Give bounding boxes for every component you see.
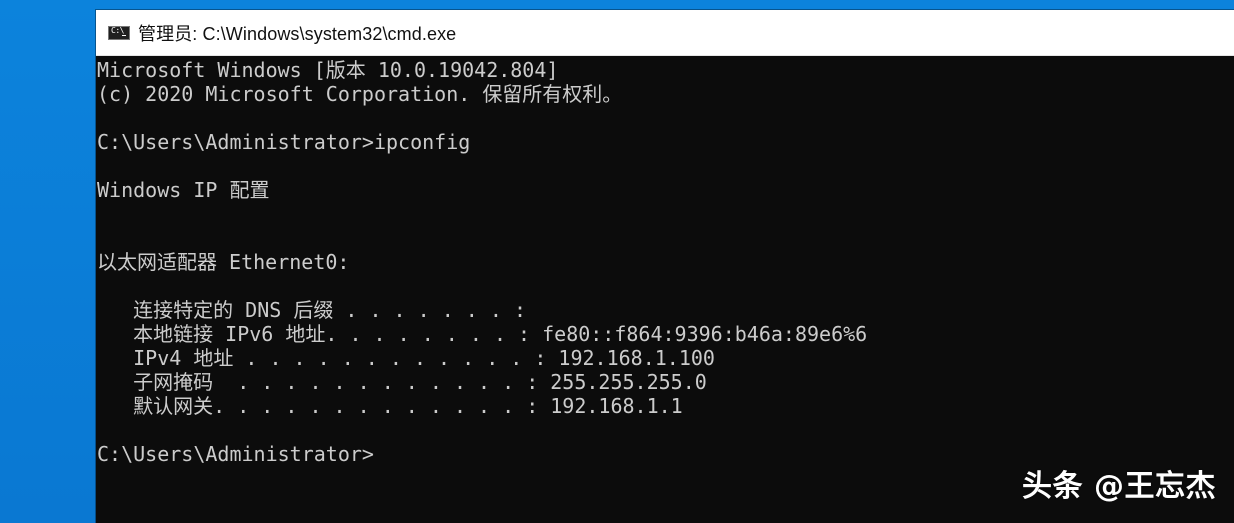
window-titlebar[interactable]: 管理员: C:\Windows\system32\cmd.exe <box>96 10 1234 56</box>
cmd-window[interactable]: 管理员: C:\Windows\system32\cmd.exe Microso… <box>96 10 1234 523</box>
console-line: 子网掩码 . . . . . . . . . . . . : 255.255.2… <box>97 370 707 394</box>
console-line: 以太网适配器 Ethernet0: <box>97 250 350 274</box>
console-line: C:\Users\Administrator>ipconfig <box>97 130 471 154</box>
console-line: IPv4 地址 . . . . . . . . . . . . : 192.16… <box>97 346 715 370</box>
console-line: 默认网关. . . . . . . . . . . . . : 192.168.… <box>97 394 683 418</box>
console-line: 本地链接 IPv6 地址. . . . . . . . : fe80::f864… <box>97 322 868 346</box>
console-line: Microsoft Windows [版本 10.0.19042.804] <box>97 58 559 82</box>
console-line: (c) 2020 Microsoft Corporation. 保留所有权利。 <box>97 82 623 106</box>
cmd-icon[interactable] <box>108 25 130 40</box>
console-line: 连接特定的 DNS 后缀 . . . . . . . : <box>97 298 526 322</box>
window-title: 管理员: C:\Windows\system32\cmd.exe <box>138 23 457 44</box>
desktop-background: 管理员: C:\Windows\system32\cmd.exe Microso… <box>0 0 1234 523</box>
console-line: Windows IP 配置 <box>97 178 270 202</box>
watermark: 头条 @王忘杰 <box>1022 469 1216 504</box>
console-output[interactable]: Microsoft Windows [版本 10.0.19042.804] (c… <box>96 56 1234 523</box>
